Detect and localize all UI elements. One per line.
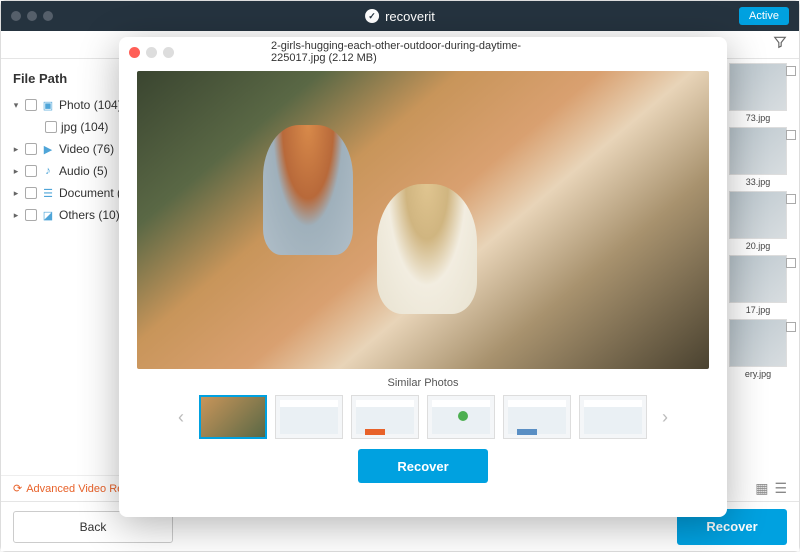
thumbnail-image (729, 63, 787, 111)
checkbox[interactable] (786, 130, 796, 140)
carousel-thumb[interactable] (427, 395, 495, 439)
chevron-left-icon[interactable]: ‹ (171, 407, 191, 428)
thumbnail-caption: 17.jpg (729, 305, 787, 315)
similar-photos-label: Similar Photos (119, 377, 727, 389)
folder-icon: ◪ (41, 208, 55, 222)
modal-title: 2-girls-hugging-each-other-outdoor-durin… (271, 40, 575, 64)
modal-header: 2-girls-hugging-each-other-outdoor-durin… (119, 37, 727, 67)
carousel-thumb[interactable] (351, 395, 419, 439)
chevron-right-icon[interactable]: ▸ (11, 166, 21, 177)
view-mode-icons: ▦ ☰ (755, 480, 787, 497)
thumbnail-item[interactable]: ery.jpg (729, 319, 787, 379)
thumbnail-caption: 73.jpg (729, 113, 787, 123)
thumbnail-item[interactable]: 33.jpg (729, 127, 787, 187)
audio-icon: ♪ (41, 164, 55, 178)
thumbnail-caption: ery.jpg (729, 369, 787, 379)
thumbnail-item[interactable]: 20.jpg (729, 191, 787, 251)
similar-carousel: ‹ › (119, 395, 727, 439)
checkbox[interactable] (786, 66, 796, 76)
maximize-icon[interactable] (163, 47, 174, 58)
chevron-right-icon[interactable]: › (655, 407, 675, 428)
warning-icon: ⟳ (13, 482, 22, 495)
minimize-icon[interactable] (146, 47, 157, 58)
checkbox[interactable] (786, 258, 796, 268)
checkbox[interactable] (25, 165, 37, 177)
thumbnail-caption: 33.jpg (729, 177, 787, 187)
thumbnail-column: 73.jpg 33.jpg 20.jpg 17.jpg ery.jpg (729, 63, 787, 383)
chevron-right-icon[interactable]: ▸ (11, 144, 21, 155)
thumbnail-item[interactable]: 17.jpg (729, 255, 787, 315)
thumbnail-image (729, 319, 787, 367)
grid-view-icon[interactable]: ▦ (755, 480, 768, 497)
maximize-icon[interactable] (43, 11, 53, 21)
advanced-video-label: Advanced Video Rec (26, 483, 129, 495)
document-icon: ☰ (41, 186, 55, 200)
checkbox[interactable] (45, 121, 57, 133)
thumbnail-caption: 20.jpg (729, 241, 787, 251)
modal-window-controls (129, 47, 174, 58)
carousel-thumb[interactable] (275, 395, 343, 439)
chevron-right-icon[interactable]: ▸ (11, 188, 21, 199)
image-icon: ▣ (41, 98, 55, 112)
activate-button[interactable]: Active (739, 7, 789, 25)
list-view-icon[interactable]: ☰ (774, 480, 787, 497)
video-icon: ▶ (41, 142, 55, 156)
checkbox[interactable] (786, 322, 796, 332)
close-icon[interactable] (11, 11, 21, 21)
minimize-icon[interactable] (27, 11, 37, 21)
carousel-thumb[interactable] (199, 395, 267, 439)
thumbnail-image (729, 255, 787, 303)
checkbox[interactable] (25, 143, 37, 155)
carousel-thumb[interactable] (503, 395, 571, 439)
brand-name: recoverit (385, 9, 435, 24)
close-icon[interactable] (129, 47, 140, 58)
checkbox[interactable] (25, 187, 37, 199)
carousel-thumb[interactable] (579, 395, 647, 439)
preview-modal: 2-girls-hugging-each-other-outdoor-durin… (119, 37, 727, 517)
checkbox[interactable] (25, 99, 37, 111)
filter-icon[interactable] (773, 35, 787, 54)
checkbox[interactable] (786, 194, 796, 204)
chevron-right-icon[interactable]: ▸ (11, 210, 21, 221)
thumbnail-image (729, 127, 787, 175)
modal-recover-button[interactable]: Recover (358, 449, 488, 483)
brand: ✓ recoverit (365, 9, 435, 24)
thumbnail-image (729, 191, 787, 239)
chevron-down-icon[interactable]: ▾ (11, 100, 21, 111)
thumbnail-item[interactable]: 73.jpg (729, 63, 787, 123)
titlebar: ✓ recoverit Active (1, 1, 799, 31)
window-controls (11, 11, 53, 21)
brand-logo-icon: ✓ (365, 9, 379, 23)
checkbox[interactable] (25, 209, 37, 221)
preview-image (137, 71, 709, 369)
